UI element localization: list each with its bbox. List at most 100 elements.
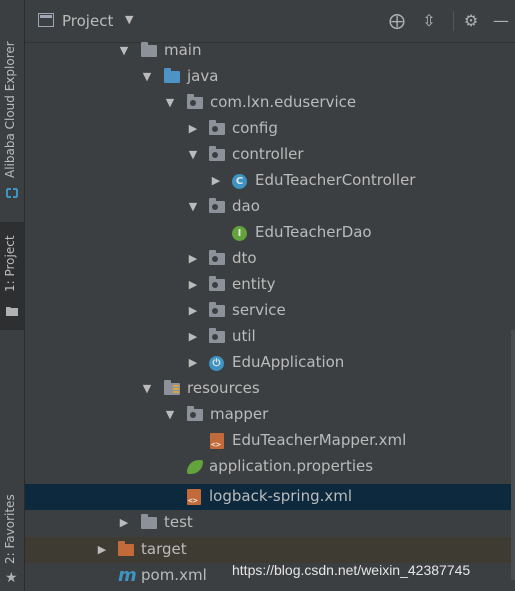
xml-file-icon — [187, 489, 205, 505]
tab-alibaba-cloud-explorer-label: Alibaba Cloud Explorer — [3, 41, 17, 178]
hide-panel-icon[interactable]: — — [491, 10, 511, 32]
tree-node-eduteacherdao[interactable]: I EduTeacherDao — [25, 220, 515, 246]
collapse-arrow-icon[interactable]: ▶ — [118, 516, 130, 529]
settings-gear-icon[interactable]: ⚙ — [461, 10, 481, 32]
collapse-arrow-icon[interactable]: ▶ — [210, 174, 222, 187]
expand-arrow-icon[interactable]: ▼ — [187, 200, 199, 213]
tree-node-label: config — [232, 119, 278, 137]
tree-node-label: application.properties — [209, 457, 374, 475]
tree-node-label: resources — [187, 379, 260, 397]
tree-node-label: dao — [232, 197, 260, 215]
collapse-arrow-icon[interactable]: ▶ — [187, 304, 199, 317]
panel-title[interactable]: Project — [62, 12, 113, 30]
package-icon — [209, 146, 227, 163]
tree-node-target[interactable]: ▶ target — [25, 537, 515, 563]
collapse-arrow-icon[interactable]: ▶ — [187, 252, 199, 265]
locate-icon[interactable]: ⨁ — [387, 10, 407, 32]
expand-arrow-icon[interactable]: ▼ — [118, 44, 130, 57]
package-icon — [209, 250, 227, 267]
tree-node-eduapplication[interactable]: ▶ ⏻ EduApplication — [25, 350, 515, 376]
tree-node-test[interactable]: ▶ test — [25, 510, 515, 536]
maven-icon: m — [118, 565, 137, 586]
package-icon — [187, 406, 205, 423]
tree-node-config[interactable]: ▶ config — [25, 116, 515, 142]
spring-app-icon: ⏻ — [209, 355, 227, 371]
folder-icon — [6, 307, 18, 316]
collapse-arrow-icon[interactable]: ▶ — [96, 543, 108, 556]
tab-favorites-label: 2: Favorites — [3, 494, 17, 564]
tree-node-dto[interactable]: ▶ dto — [25, 246, 515, 272]
tab-alibaba-cloud-explorer[interactable]: Alibaba Cloud Explorer — [0, 30, 24, 208]
tree-node-service[interactable]: ▶ service — [25, 298, 515, 324]
folder-icon — [141, 514, 159, 531]
tab-project-label: 1: Project — [3, 235, 17, 292]
package-icon — [209, 276, 227, 293]
tree-node-java[interactable]: ▼ java — [25, 64, 515, 90]
package-icon — [209, 198, 227, 215]
tree-node-label: logback-spring.xml — [209, 487, 353, 505]
tree-node-label: com.lxn.eduservice — [210, 93, 357, 111]
tree-node-eduteachercontroller[interactable]: ▶ C EduTeacherController — [25, 168, 515, 194]
vertical-scrollbar[interactable] — [511, 330, 515, 580]
tree-node-main[interactable]: ▼ main — [25, 38, 515, 64]
tree-node-label: dto — [232, 249, 257, 267]
tree-node-label: EduTeacherController — [255, 171, 416, 189]
tree-node-com-lxn-eduservice[interactable]: ▼ com.lxn.eduservice — [25, 90, 515, 116]
tree-node-label: entity — [232, 275, 276, 293]
tree-node-mapper[interactable]: ▼ mapper — [25, 402, 515, 428]
source-folder-icon — [164, 68, 182, 85]
excluded-folder-icon — [118, 541, 136, 558]
expand-arrow-icon[interactable]: ▼ — [164, 96, 176, 109]
tree-node-logback-spring-xml[interactable]: logback-spring.xml — [25, 484, 515, 510]
tab-project[interactable]: 1: Project — [0, 222, 24, 330]
tree-node-entity[interactable]: ▶ entity — [25, 272, 515, 298]
tree-node-resources[interactable]: ▼ resources — [25, 376, 515, 402]
tree-node-label: mapper — [210, 405, 269, 423]
collapse-arrow-icon[interactable]: ▶ — [187, 356, 199, 369]
tree-node-label: service — [232, 301, 286, 319]
tree-node-label: EduApplication — [232, 353, 345, 371]
tree-node-label: target — [141, 540, 187, 558]
tree-node-controller[interactable]: ▼ controller — [25, 142, 515, 168]
star-icon: ★ — [5, 570, 18, 586]
class-icon: C — [232, 173, 250, 189]
folder-icon — [141, 42, 159, 59]
project-window-icon — [38, 13, 54, 27]
resources-folder-icon — [164, 380, 182, 397]
tree-node-label: test — [164, 513, 193, 531]
expand-arrow-icon[interactable]: ▼ — [164, 408, 176, 421]
tree-node-label: util — [232, 327, 256, 345]
expand-arrow-icon[interactable]: ▼ — [141, 382, 153, 395]
tree-node-label: EduTeacherDao — [255, 223, 372, 241]
collapse-arrow-icon[interactable]: ▶ — [187, 122, 199, 135]
tool-window-strip: Alibaba Cloud Explorer 1: Project 2: Fav… — [0, 0, 25, 591]
tree-node-label: EduTeacherMapper.xml — [232, 431, 407, 449]
tree-node-label: pom.xml — [141, 566, 207, 584]
tab-favorites[interactable]: 2: Favorites ★ — [0, 488, 24, 588]
package-icon — [209, 120, 227, 137]
package-icon — [209, 328, 227, 345]
tree-node-eduteachermapper-xml[interactable]: EduTeacherMapper.xml — [25, 428, 515, 454]
watermark: https://blog.csdn.net/weixin_42387745 — [232, 562, 471, 578]
spring-properties-icon — [187, 459, 205, 475]
tree-node-label: controller — [232, 145, 304, 163]
package-icon — [209, 302, 227, 319]
tree-node-label: main — [164, 41, 202, 59]
expand-arrow-icon[interactable]: ▼ — [141, 70, 153, 83]
tree-node-application-properties[interactable]: application.properties — [25, 454, 515, 480]
project-tree: ▼ main ▼ java ▼ com.lxn.eduservice ▶ con… — [25, 38, 515, 591]
tree-node-util[interactable]: ▶ util — [25, 324, 515, 350]
header-separator — [453, 11, 454, 31]
tree-node-dao[interactable]: ▼ dao — [25, 194, 515, 220]
xml-file-icon — [210, 433, 228, 449]
tree-node-label: java — [187, 67, 219, 85]
interface-icon: I — [232, 225, 250, 241]
collapse-arrow-icon[interactable]: ▶ — [187, 330, 199, 343]
project-panel-header: Project ▼ ⨁ ⇳ ⚙ — — [25, 0, 515, 43]
expand-arrow-icon[interactable]: ▼ — [187, 148, 199, 161]
caret-down-icon[interactable]: ▼ — [125, 13, 133, 26]
alibaba-cloud-icon — [6, 188, 18, 198]
collapse-all-icon[interactable]: ⇳ — [419, 10, 439, 32]
collapse-arrow-icon[interactable]: ▶ — [187, 278, 199, 291]
package-icon — [187, 94, 205, 111]
